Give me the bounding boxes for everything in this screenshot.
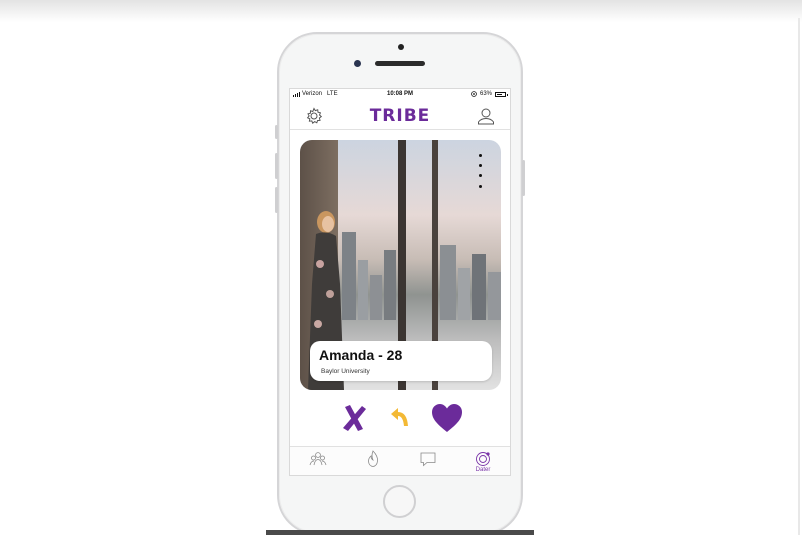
- action-bar: [290, 403, 510, 433]
- volume-down-button: [275, 187, 278, 213]
- phone-screen: Verizon LTE 10:08 PM 63% TRIBE Amanda - …: [289, 88, 511, 476]
- display-stand: [266, 530, 534, 535]
- app-header: TRIBE: [290, 101, 510, 130]
- front-camera: [354, 60, 361, 67]
- group-icon[interactable]: [309, 450, 327, 468]
- photo-building: [384, 250, 396, 320]
- photo-building: [488, 272, 501, 320]
- heart-icon[interactable]: [431, 403, 463, 433]
- photo-building: [358, 260, 368, 320]
- x-icon[interactable]: [340, 403, 368, 433]
- profile-name-age: Amanda - 28: [319, 347, 403, 363]
- profile-card[interactable]: Amanda - 28 Baylor University: [300, 140, 501, 390]
- battery-icon: [495, 91, 508, 97]
- location-icon: [471, 91, 477, 97]
- background-divider: [798, 18, 800, 535]
- earpiece-speaker: [375, 61, 425, 66]
- proximity-sensor: [398, 44, 404, 50]
- undo-arrow-icon[interactable]: [389, 406, 411, 430]
- status-bar: Verizon LTE 10:08 PM 63%: [290, 89, 510, 101]
- more-options-icon[interactable]: [479, 154, 483, 190]
- tab-label-dater[interactable]: Dater: [473, 467, 493, 473]
- status-right: 63%: [471, 91, 508, 97]
- tab-bar: Dater: [290, 446, 510, 475]
- chat-icon[interactable]: [419, 450, 437, 468]
- background-top-shade: [0, 0, 802, 22]
- battery-percent: 63%: [479, 91, 492, 97]
- refresh-icon[interactable]: [474, 450, 492, 468]
- silent-switch: [275, 125, 278, 139]
- profile-info-panel: Amanda - 28 Baylor University: [310, 341, 492, 381]
- photo-building: [440, 245, 456, 320]
- photo-building: [458, 268, 470, 320]
- profile-school: Baylor University: [321, 368, 370, 375]
- volume-up-button: [275, 153, 278, 179]
- power-button: [522, 160, 525, 196]
- photo-building: [370, 275, 382, 320]
- profile-icon[interactable]: [476, 106, 496, 126]
- photo-building: [472, 254, 486, 320]
- home-button[interactable]: [383, 485, 416, 518]
- flame-icon[interactable]: [364, 450, 382, 468]
